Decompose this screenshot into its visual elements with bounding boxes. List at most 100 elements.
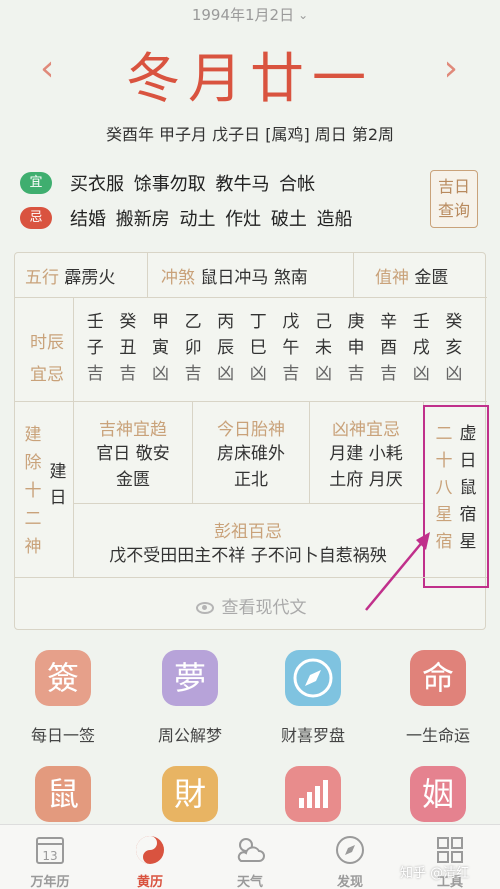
tab-huangli[interactable]: 黄历 [100,833,200,889]
hour-column: 辛酉吉 [372,309,405,387]
tool-label: 财喜罗盘 [280,726,345,745]
chongsha: 冲煞 鼠日冲马 煞南 [161,263,308,288]
tab-weather[interactable]: 天气 [200,833,300,889]
jishen-body: 官日 敬安 金匮 [75,441,191,493]
zhishen-label: 值神 [375,268,409,288]
jianchu-value: 建日 [49,462,67,508]
hour-ji: 凶 [412,364,430,384]
chart-icon [285,766,341,822]
discover-icon [336,836,364,864]
hour-gan: 乙 [184,312,202,332]
jishen-title: 吉神宜趋 [99,420,167,440]
lunar-day-title: 冬月廿一 [126,47,374,110]
hour-column: 癸亥凶 [438,309,471,387]
tab-wannianli[interactable]: 13 万年历 [0,833,100,889]
jiri-query-button[interactable]: 吉日查询 [430,170,478,228]
jianchu-label: 建除十二神 [24,425,42,557]
xiongshen-line: 土府 月厌 [329,470,403,490]
tool-wealth[interactable]: 財 [135,766,245,822]
xiongshen-body: 月建 小耗 土府 月厌 [310,441,422,493]
taishen-line: 正北 [234,470,268,490]
hours-grid: 壬子吉癸丑吉甲寅凶乙卯吉丙辰凶丁巳凶戊午吉己未凶庚申吉辛酉吉壬戌凶癸亥凶 [79,309,470,387]
hour-column: 壬戌凶 [405,309,438,387]
hour-ji: 凶 [151,364,169,384]
tab-label: 天气 [236,875,263,889]
hour-ji: 吉 [86,364,104,384]
hour-gan: 壬 [412,312,430,332]
hour-zhi: 亥 [445,338,463,358]
hour-zhi: 辰 [217,338,235,358]
hour-column: 壬子吉 [79,309,112,387]
xiongshen-line: 月建 小耗 [329,444,403,464]
hour-zhi: 巳 [249,338,267,358]
yinyang-icon [136,836,164,864]
hour-column: 己未凶 [307,309,340,387]
hour-column: 甲寅凶 [144,309,177,387]
ganzhi-line: 癸酉年 甲子月 戊子日 [属鸡] 周日 第2周 [105,125,395,144]
hour-column: 丁巳凶 [242,309,275,387]
shichen-label: 时辰宜忌 [30,333,64,385]
zhishen: 值神 金匮 [375,263,448,288]
hour-zhi: 酉 [380,338,398,358]
tool-marriage[interactable]: 姻 [383,766,493,822]
hour-zhi: 子 [86,338,104,358]
next-day-arrow[interactable]: › [444,48,458,89]
hour-zhi: 申 [347,338,365,358]
ji-items: 结婚 搬新房 动土 作灶 破土 造船 [70,209,353,230]
hour-ji: 凶 [249,364,267,384]
tab-label: 万年历 [30,875,70,889]
hour-column: 丙辰凶 [209,309,242,387]
hour-zhi: 午 [282,338,300,358]
hour-zhi: 寅 [151,338,169,358]
fate-icon: 命 [410,650,466,706]
jishen-line: 官日 敬安 [96,444,170,464]
taishen-line: 房床碓外 [217,444,285,464]
rat-icon: 鼠 [35,766,91,822]
tool-fate[interactable]: 命一生命运 [383,650,493,746]
taishen-title: 今日胎神 [217,420,285,440]
hour-zhi: 戌 [412,338,430,358]
yi-items: 买衣服 馀事勿取 教牛马 合帐 [70,174,316,195]
tool-rat[interactable]: 鼠 [8,766,118,822]
eye-icon [195,602,214,614]
chongsha-value: 鼠日冲马 煞南 [200,268,308,288]
wuxing: 五行 霹雳火 [25,263,115,288]
tool-dream[interactable]: 夢周公解梦 [135,650,245,746]
hour-gan: 己 [314,312,332,332]
hour-column: 戊午吉 [275,309,308,387]
hour-gan: 壬 [86,312,104,332]
hour-gan: 甲 [151,312,169,332]
yi-row: 宜 买衣服 馀事勿取 教牛马 合帐 [20,170,420,196]
tab-discover[interactable]: 发现 [300,833,400,889]
chongsha-label: 冲煞 [161,268,195,288]
date-picker[interactable]: 1994年1月2日 ⌄ [0,4,500,25]
hour-column: 癸丑吉 [112,309,145,387]
hour-zhi: 未 [314,338,332,358]
tool-qian[interactable]: 簽每日一签 [8,650,118,746]
wealth-icon: 財 [162,766,218,822]
hour-column: 庚申吉 [340,309,373,387]
calendar-icon: 13 [36,837,64,864]
tool-label: 一生命运 [405,726,470,745]
tool-chart[interactable] [258,766,368,822]
ji-badge: 忌 [20,207,52,229]
tab-label: 黄历 [136,875,163,889]
hour-gan: 戊 [282,312,300,332]
tool-label: 周公解梦 [157,726,222,745]
hour-ji: 吉 [184,364,202,384]
hour-ji: 吉 [380,364,398,384]
tab-label: 发现 [336,875,363,889]
tool-compass[interactable]: 财喜罗盘 [258,650,368,746]
ji-row: 忌 结婚 搬新房 动土 作灶 破土 造船 [20,205,420,231]
hour-ji: 吉 [119,364,137,384]
jishen-line: 金匮 [116,470,150,490]
hour-gan: 丙 [217,312,235,332]
hour-zhi: 卯 [184,338,202,358]
hour-ji: 吉 [282,364,300,384]
tool-label: 每日一签 [30,726,95,745]
wuxing-label: 五行 [25,268,59,288]
hour-gan: 癸 [119,312,137,332]
hour-gan: 丁 [249,312,267,332]
hour-ji: 凶 [314,364,332,384]
annotation-arrow [365,532,430,611]
